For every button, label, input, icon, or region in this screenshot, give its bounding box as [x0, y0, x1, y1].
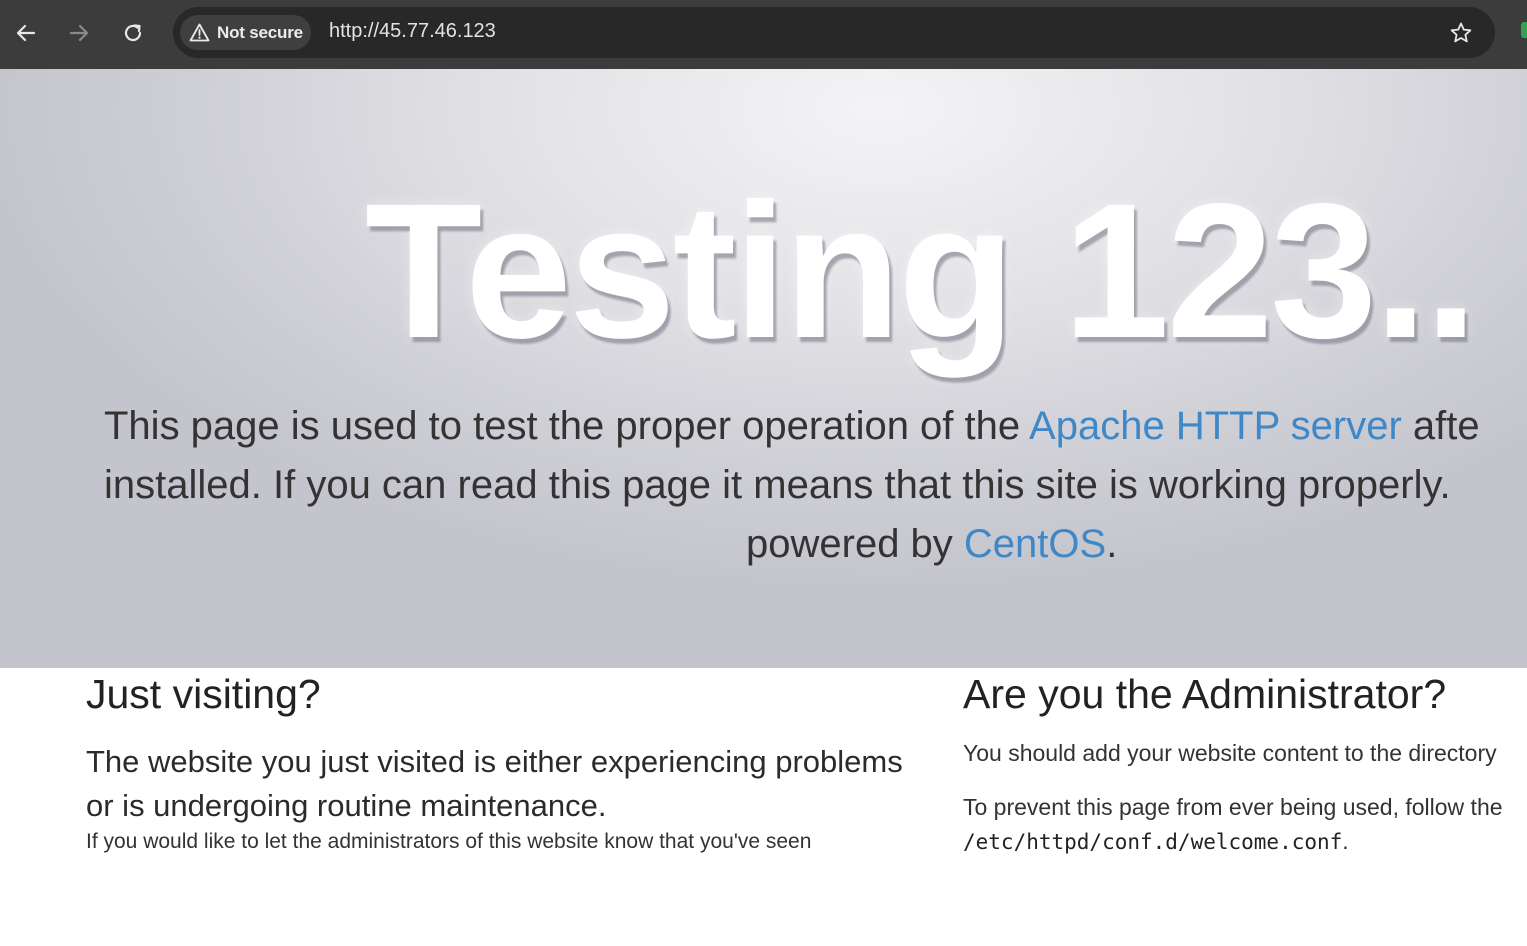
- back-button[interactable]: [9, 16, 43, 50]
- url-text[interactable]: http://45.77.46.123: [329, 20, 496, 43]
- welcome-conf-path: /etc/httpd/conf.d/welcome.conf: [963, 830, 1343, 854]
- hero-line-3-text: powered by: [746, 522, 964, 566]
- hero-line-1-suffix: afte: [1401, 404, 1480, 448]
- hero-line-2: installed. If you can read this page it …: [104, 463, 1451, 507]
- back-arrow-icon: [16, 24, 36, 42]
- hero-title: Testing 123..: [365, 163, 1478, 378]
- forward-button[interactable]: [62, 16, 96, 50]
- visiting-note: If you would like to let the administrat…: [86, 830, 812, 853]
- bookmark-button[interactable]: [1447, 19, 1475, 47]
- hero-line-3-suffix: .: [1106, 522, 1118, 566]
- browser-toolbar: Not secure http://45.77.46.123: [0, 0, 1527, 69]
- visiting-lead: The website you just visited is either e…: [86, 744, 903, 823]
- visiting-section: Just visiting? The website you just visi…: [86, 671, 926, 854]
- forward-arrow-icon: [69, 24, 89, 42]
- admin-paragraph-2-suffix: .: [1342, 828, 1349, 854]
- hero-line-1: This page is used to test the proper ope…: [104, 406, 1480, 446]
- address-bar[interactable]: Not secure http://45.77.46.123: [173, 7, 1495, 58]
- hero-banner: Testing 123.. This page is used to test …: [0, 69, 1527, 668]
- admin-paragraph-1: You should add your website content to t…: [963, 740, 1497, 766]
- reload-icon: [124, 24, 142, 42]
- admin-heading: Are you the Administrator?: [963, 671, 1447, 717]
- admin-section: Are you the Administrator? You should ad…: [963, 671, 1527, 855]
- visiting-heading: Just visiting?: [86, 671, 321, 717]
- apache-link[interactable]: Apache HTTP server: [1029, 404, 1402, 448]
- centos-link[interactable]: CentOS: [964, 522, 1106, 566]
- admin-paragraph-2-text: To prevent this page from ever being use…: [963, 794, 1503, 820]
- admin-paragraph-2: To prevent this page from ever being use…: [963, 790, 1503, 859]
- security-label: Not secure: [217, 22, 303, 42]
- star-icon: [1450, 22, 1472, 43]
- extension-icon[interactable]: [1521, 22, 1527, 38]
- security-indicator[interactable]: Not secure: [180, 15, 311, 50]
- hero-line-3: powered by CentOS.: [746, 524, 1117, 564]
- reload-button[interactable]: [116, 16, 150, 50]
- hero-line-1-text: This page is used to test the proper ope…: [104, 404, 1030, 448]
- warning-triangle-icon: [189, 23, 210, 42]
